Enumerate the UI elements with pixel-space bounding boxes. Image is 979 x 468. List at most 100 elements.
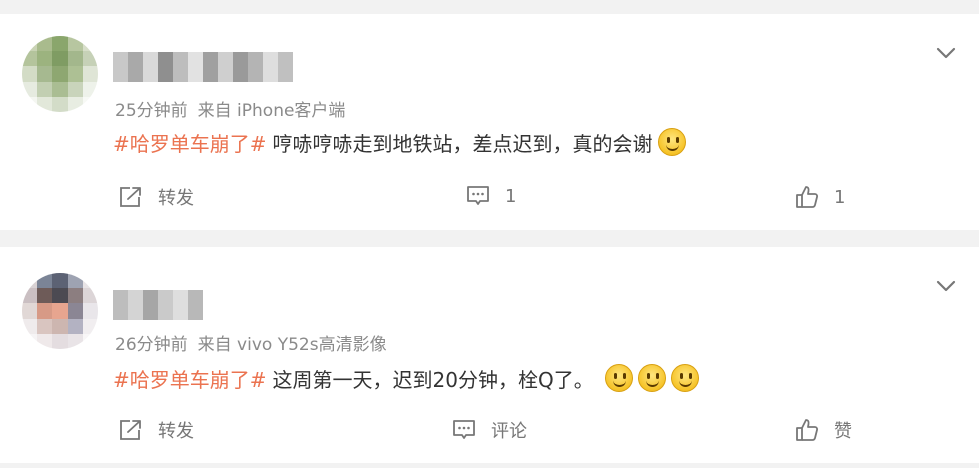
username-blurred[interactable]	[113, 290, 203, 320]
username-pixel	[218, 52, 233, 82]
avatar-pixel	[52, 288, 68, 304]
username-pixel	[248, 52, 263, 82]
avatar-pixel	[22, 96, 38, 112]
avatar-pixel	[22, 81, 38, 97]
avatar-pixel	[52, 96, 68, 112]
avatar-pixel	[37, 333, 53, 349]
avatar-pixel	[22, 303, 38, 319]
post-meta: 25分钟前 来自 iPhone客户端	[115, 96, 345, 121]
avatar-pixel	[82, 303, 98, 319]
avatar-pixel	[82, 273, 98, 289]
username-pixel	[203, 52, 218, 82]
post-card: 25分钟前 来自 iPhone客户端 #哈罗单车崩了# 哼哧哼哧走到地铁站，差点迟…	[0, 14, 979, 230]
avatar-pixel	[82, 36, 98, 52]
username-pixel	[188, 290, 203, 320]
forward-label: 转发	[158, 188, 194, 209]
comment-count: 1	[505, 185, 517, 207]
topic-link[interactable]: #哈罗单车崩了#	[113, 128, 267, 157]
username-pixel	[278, 52, 293, 82]
comment-bubble-icon	[453, 420, 475, 439]
avatar-pixel	[82, 51, 98, 67]
avatar-pixel	[37, 318, 53, 334]
avatar-pixel	[52, 273, 68, 289]
username-pixel	[113, 290, 128, 320]
smiley-face-icon	[604, 364, 633, 392]
avatar-pixel	[22, 333, 38, 349]
avatar-pixel	[52, 81, 68, 97]
like-count: 1	[834, 186, 846, 208]
avatar-pixel	[37, 96, 53, 112]
post-time[interactable]: 26分钟前	[115, 335, 188, 355]
avatar-pixel	[82, 288, 98, 304]
avatar[interactable]	[22, 273, 98, 349]
avatar-pixel	[37, 36, 53, 52]
share-arrow-icon	[120, 420, 141, 440]
username-blurred[interactable]	[113, 52, 293, 82]
avatar-pixel	[67, 318, 83, 334]
username-pixel	[128, 290, 143, 320]
avatar-pixel	[67, 66, 83, 82]
username-pixel	[173, 290, 188, 320]
username-pixel	[233, 52, 248, 82]
post-card: 26分钟前 来自 vivo Y52s高清影像 #哈罗单车崩了# 这周第一天，迟到2…	[0, 247, 979, 463]
avatar-pixel	[67, 288, 83, 304]
comment-bubble-icon	[467, 186, 489, 205]
smiley-face-icon	[657, 128, 686, 156]
topic-link[interactable]: #哈罗单车崩了#	[113, 364, 267, 393]
share-arrow-icon	[120, 187, 141, 207]
avatar-pixel	[22, 51, 38, 67]
avatar-pixel	[37, 303, 53, 319]
avatar-pixel	[52, 51, 68, 67]
forward-button[interactable]: 转发	[118, 417, 194, 443]
post-content: #哈罗单车崩了# 哼哧哼哧走到地铁站，差点迟到，真的会谢	[113, 127, 686, 157]
username-pixel	[113, 52, 128, 82]
avatar-pixel	[82, 96, 98, 112]
avatar-pixel	[82, 318, 98, 334]
avatar-pixel	[82, 66, 98, 82]
like-button[interactable]: 赞	[794, 417, 852, 443]
avatar-pixel	[67, 303, 83, 319]
avatar-pixel	[67, 36, 83, 52]
username-pixel	[143, 52, 158, 82]
avatar-pixel	[67, 96, 83, 112]
post-time[interactable]: 25分钟前	[115, 101, 188, 121]
avatar-pixel	[22, 318, 38, 334]
username-pixel	[173, 52, 188, 82]
thumbs-up-icon	[796, 186, 819, 208]
avatar-pixel	[22, 273, 38, 289]
post-source: 来自 iPhone客户端	[197, 101, 346, 121]
post-content: #哈罗单车崩了# 这周第一天，迟到20分钟，栓Q了。	[113, 363, 699, 393]
avatar-pixel	[82, 81, 98, 97]
smiley-face-icon	[670, 364, 699, 392]
username-pixel	[158, 290, 173, 320]
comment-button[interactable]: 1	[465, 184, 516, 208]
avatar-pixel	[52, 318, 68, 334]
post-source: 来自 vivo Y52s高清影像	[197, 335, 387, 355]
avatar-pixel	[67, 273, 83, 289]
avatar-pixel	[22, 36, 38, 52]
avatar-pixel	[37, 288, 53, 304]
avatar-pixel	[67, 81, 83, 97]
avatar-pixel	[37, 273, 53, 289]
avatar-pixel	[67, 333, 83, 349]
avatar-pixel	[82, 333, 98, 349]
thumbs-up-icon	[796, 419, 819, 441]
username-pixel	[158, 52, 173, 82]
avatar-pixel	[22, 66, 38, 82]
post-text: 这周第一天，迟到20分钟，栓Q了。	[272, 367, 594, 392]
username-pixel	[143, 290, 158, 320]
avatar-pixel	[67, 51, 83, 67]
avatar-pixel	[52, 66, 68, 82]
forward-button[interactable]: 转发	[118, 184, 194, 210]
username-pixel	[188, 52, 203, 82]
post-meta: 26分钟前 来自 vivo Y52s高清影像	[115, 330, 387, 355]
chevron-down-icon[interactable]	[935, 275, 957, 297]
username-pixel	[263, 52, 278, 82]
chevron-down-icon[interactable]	[935, 42, 957, 64]
avatar-pixel	[22, 288, 38, 304]
comment-button[interactable]: 评论	[451, 417, 527, 443]
avatar[interactable]	[22, 36, 98, 112]
like-button[interactable]: 1	[794, 184, 845, 210]
avatar-pixel	[37, 81, 53, 97]
avatar-pixel	[52, 36, 68, 52]
